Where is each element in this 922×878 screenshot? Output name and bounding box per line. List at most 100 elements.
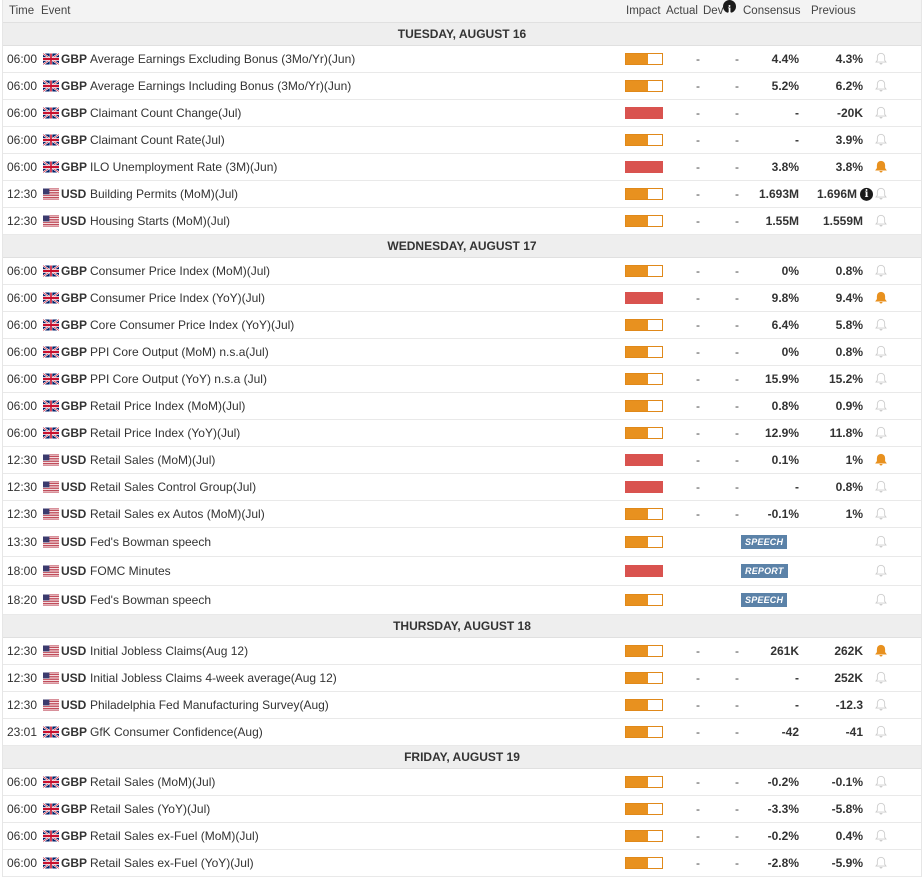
bell-icon[interactable] <box>874 802 888 816</box>
previous-value: 5.8% <box>836 318 863 332</box>
bell-icon[interactable] <box>874 856 888 870</box>
event-name[interactable]: GfK Consumer Confidence(Aug) <box>90 725 263 739</box>
header-previous[interactable]: Previous <box>811 0 856 22</box>
table-row[interactable]: 06:00 GBP Retail Sales (YoY)(Jul) - - -3.3% -5… <box>3 796 921 823</box>
event-name[interactable]: FOMC Minutes <box>90 564 171 578</box>
event-name[interactable]: Retail Sales ex-Fuel (MoM)(Jul) <box>90 829 259 843</box>
table-row[interactable]: 23:01 GBP GfK Consumer Confidence(Aug) - - -4… <box>3 719 921 746</box>
event-name[interactable]: Claimant Count Change(Jul) <box>90 106 241 120</box>
event-name[interactable]: Fed's Bowman speech <box>90 535 211 549</box>
table-row[interactable]: 06:00 GBP Average Earnings Including Bonus… <box>3 73 921 100</box>
bell-icon[interactable] <box>874 160 888 174</box>
table-row[interactable]: 12:30 USD Retail Sales (MoM)(Jul) - - 0.1% 1% <box>3 447 921 474</box>
bell-icon[interactable] <box>874 453 888 467</box>
event-name[interactable]: Retail Price Index (YoY)(Jul) <box>90 426 240 440</box>
header-actual[interactable]: Actual <box>666 0 698 22</box>
event-name[interactable]: Building Permits (MoM)(Jul) <box>90 187 238 201</box>
event-name[interactable]: Average Earnings Excluding Bonus (3Mo/Yr… <box>90 52 355 66</box>
table-row[interactable]: 06:00 GBP Consumer Price Index (MoM)(Jul) -… <box>3 258 921 285</box>
bell-icon[interactable] <box>874 133 888 147</box>
bell-icon[interactable] <box>874 480 888 494</box>
bell-icon[interactable] <box>874 671 888 685</box>
event-name[interactable]: Retail Sales (MoM)(Jul) <box>90 775 215 789</box>
table-row[interactable]: 06:00 GBP Retail Price Index (MoM)(Jul) - - 0… <box>3 393 921 420</box>
event-name[interactable]: ILO Unemployment Rate (3M)(Jun) <box>90 160 277 174</box>
event-name[interactable]: Core Consumer Price Index (YoY)(Jul) <box>90 318 294 332</box>
event-name[interactable]: Average Earnings Including Bonus (3Mo/Yr… <box>90 79 351 93</box>
event-name[interactable]: Claimant Count Rate(Jul) <box>90 133 225 147</box>
table-row[interactable]: 06:00 GBP Retail Sales ex-Fuel (YoY)(Jul) -… <box>3 850 921 877</box>
table-row[interactable]: 12:30 USD Building Permits (MoM)(Jul) - - 1.6… <box>3 181 921 208</box>
impact-fill <box>626 401 648 411</box>
table-row[interactable]: 13:30 USD Fed's Bowman speech SPEECH <box>3 528 921 557</box>
event-name[interactable]: Consumer Price Index (MoM)(Jul) <box>90 264 270 278</box>
event-name[interactable]: Retail Sales (MoM)(Jul) <box>90 453 215 467</box>
event-name[interactable]: Initial Jobless Claims(Aug 12) <box>90 644 248 658</box>
event-name[interactable]: Consumer Price Index (YoY)(Jul) <box>90 291 265 305</box>
table-row[interactable]: 12:30 USD Housing Starts (MoM)(Jul) - - 1.55M… <box>3 208 921 235</box>
table-row[interactable]: 06:00 GBP Retail Sales ex-Fuel (MoM)(Jul) -… <box>3 823 921 850</box>
header-time[interactable]: Time <box>9 0 34 22</box>
bell-icon[interactable] <box>874 698 888 712</box>
event-name[interactable]: Philadelphia Fed Manufacturing Survey(Au… <box>90 698 329 712</box>
bell-icon[interactable] <box>874 725 888 739</box>
table-row[interactable]: 06:00 GBP Consumer Price Index (YoY)(Jul) -… <box>3 285 921 312</box>
table-row[interactable]: 12:30 USD Philadelphia Fed Manufacturing S… <box>3 692 921 719</box>
bell-icon[interactable] <box>874 345 888 359</box>
event-name[interactable]: Fed's Bowman speech <box>90 593 211 607</box>
bell-icon[interactable] <box>874 564 888 578</box>
table-row[interactable]: 12:30 USD Initial Jobless Claims 4-week av… <box>3 665 921 692</box>
table-row[interactable]: 12:30 USD Retail Sales Control Group(Jul) -… <box>3 474 921 501</box>
table-row[interactable]: 06:00 GBP Claimant Count Rate(Jul) - - - 3.9% <box>3 127 921 154</box>
bell-icon[interactable] <box>874 372 888 386</box>
table-row[interactable]: 06:00 GBP Core Consumer Price Index (YoY)(… <box>3 312 921 339</box>
bell-icon[interactable] <box>874 214 888 228</box>
header-event[interactable]: Event <box>41 0 70 22</box>
table-row[interactable]: 18:00 USD FOMC Minutes REPORT <box>3 557 921 586</box>
previous-value: 1.559M <box>823 214 863 228</box>
event-currency: USD <box>61 480 87 494</box>
header-impact[interactable]: Impact <box>626 0 661 22</box>
event-time: 06:00 <box>7 106 38 120</box>
event-name[interactable]: Retail Sales ex Autos (MoM)(Jul) <box>90 507 265 521</box>
bell-icon[interactable] <box>874 106 888 120</box>
info-icon[interactable]: i <box>723 0 736 16</box>
event-name[interactable]: Retail Sales ex-Fuel (YoY)(Jul) <box>90 856 254 870</box>
event-name[interactable]: Initial Jobless Claims 4-week average(Au… <box>90 671 337 685</box>
info-icon[interactable]: i <box>860 188 873 202</box>
table-row[interactable]: 12:30 USD Retail Sales ex Autos (MoM)(Jul)… <box>3 501 921 528</box>
event-name[interactable]: Retail Price Index (MoM)(Jul) <box>90 399 245 413</box>
table-row[interactable]: 06:00 GBP Average Earnings Excluding Bonus… <box>3 46 921 73</box>
event-name[interactable]: Retail Sales (YoY)(Jul) <box>90 802 210 816</box>
event-name[interactable]: PPI Core Output (MoM) n.s.a(Jul) <box>90 345 269 359</box>
table-row[interactable]: 06:00 GBP PPI Core Output (YoY) n.s.a (Jul… <box>3 366 921 393</box>
previous-value: -20K <box>837 106 863 120</box>
bell-icon[interactable] <box>874 593 888 607</box>
bell-icon[interactable] <box>874 318 888 332</box>
bell-icon[interactable] <box>874 264 888 278</box>
table-row[interactable]: 12:30 USD Initial Jobless Claims(Aug 12) - -… <box>3 638 921 665</box>
event-name[interactable]: PPI Core Output (YoY) n.s.a (Jul) <box>90 372 267 386</box>
event-name[interactable]: Housing Starts (MoM)(Jul) <box>90 214 230 228</box>
bell-icon[interactable] <box>874 52 888 66</box>
table-row[interactable]: 06:00 GBP PPI Core Output (MoM) n.s.a(Jul)… <box>3 339 921 366</box>
impact-fill <box>626 509 648 519</box>
event-name[interactable]: Retail Sales Control Group(Jul) <box>90 480 256 494</box>
bell-icon[interactable] <box>874 187 888 201</box>
table-row[interactable]: 18:20 USD Fed's Bowman speech SPEECH <box>3 586 921 615</box>
table-row[interactable]: 06:00 GBP Retail Sales (MoM)(Jul) - - -0.2% -0… <box>3 769 921 796</box>
table-row[interactable]: 06:00 GBP Claimant Count Change(Jul) - - - -20… <box>3 100 921 127</box>
header-dev[interactable]: Dev <box>703 0 723 22</box>
header-consensus[interactable]: Consensus <box>743 0 801 22</box>
bell-icon[interactable] <box>874 399 888 413</box>
bell-icon[interactable] <box>874 426 888 440</box>
bell-icon[interactable] <box>874 829 888 843</box>
bell-icon[interactable] <box>874 79 888 93</box>
bell-icon[interactable] <box>874 775 888 789</box>
bell-icon[interactable] <box>874 507 888 521</box>
bell-icon[interactable] <box>874 535 888 549</box>
table-row[interactable]: 06:00 GBP ILO Unemployment Rate (3M)(Jun) -… <box>3 154 921 181</box>
bell-icon[interactable] <box>874 291 888 305</box>
bell-icon[interactable] <box>874 644 888 658</box>
table-row[interactable]: 06:00 GBP Retail Price Index (YoY)(Jul) - - 1… <box>3 420 921 447</box>
